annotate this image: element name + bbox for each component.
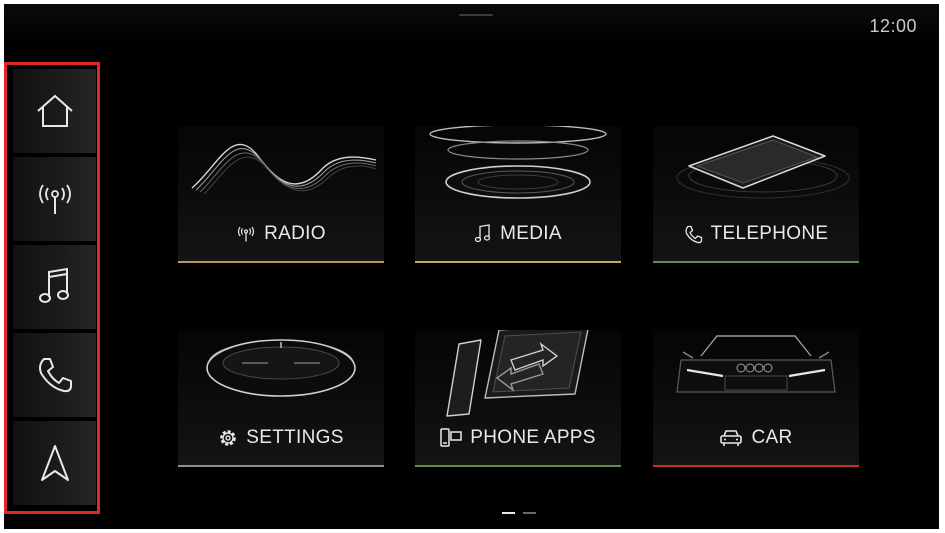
radio-antenna-icon [238,226,255,242]
gear-icon [220,430,237,446]
tile-settings[interactable]: SETTINGS [178,330,384,467]
tile-car[interactable]: CAR [653,330,859,467]
tile-media-text: MEDIA [500,223,562,244]
sidebar-item-radio[interactable] [13,157,96,242]
tile-telephone-text: TELEPHONE [710,223,829,244]
tile-label-radio: RADIO [178,221,384,247]
sidebar-item-media[interactable] [13,245,96,330]
tile-telephone[interactable]: TELEPHONE [653,126,859,263]
home-icon [36,94,73,127]
tile-media[interactable]: MEDIA [415,126,621,263]
page-dot-active[interactable] [502,512,515,514]
pull-down-handle[interactable] [459,14,493,16]
sidebar-menu [4,62,100,514]
phone-apps-artwork [446,330,589,417]
phone-apps-icon [440,428,462,447]
phone-handset-icon [38,358,72,393]
navigation-arrow-icon [40,445,69,481]
tile-phone-apps-text: PHONE APPS [470,427,596,448]
music-note-icon [475,224,491,243]
phone-handset-icon [684,225,702,243]
media-disc-artwork [429,126,607,199]
sidebar-item-telephone[interactable] [13,333,96,418]
tile-label-settings: SETTINGS [178,425,384,451]
radio-wave-artwork [191,143,377,195]
status-bar: 12:00 [4,4,939,48]
tile-radio-text: RADIO [264,223,326,244]
infotainment-screen: 12:00 RADIO MEDIA TELEPHONE SETTINGS PHO… [4,4,939,529]
smartphone-artwork [676,135,850,199]
clock: 12:00 [869,16,917,36]
settings-dial-artwork [206,339,356,397]
tile-label-phone-apps: PHONE APPS [415,425,621,451]
tile-radio[interactable]: RADIO [178,126,384,263]
sidebar-item-navigation[interactable] [13,421,96,506]
sidebar-item-home[interactable] [13,69,96,154]
tile-car-text: CAR [751,427,793,448]
tile-label-telephone: TELEPHONE [653,221,859,247]
page-dot[interactable] [523,512,536,514]
tile-settings-text: SETTINGS [246,427,344,448]
tile-phone-apps[interactable]: PHONE APPS [415,330,621,467]
tile-label-media: MEDIA [415,221,621,247]
radio-antenna-icon [38,184,71,214]
music-note-icon [38,267,69,303]
car-icon [720,430,743,446]
tile-label-car: CAR [653,425,859,451]
car-front-artwork [676,335,836,393]
